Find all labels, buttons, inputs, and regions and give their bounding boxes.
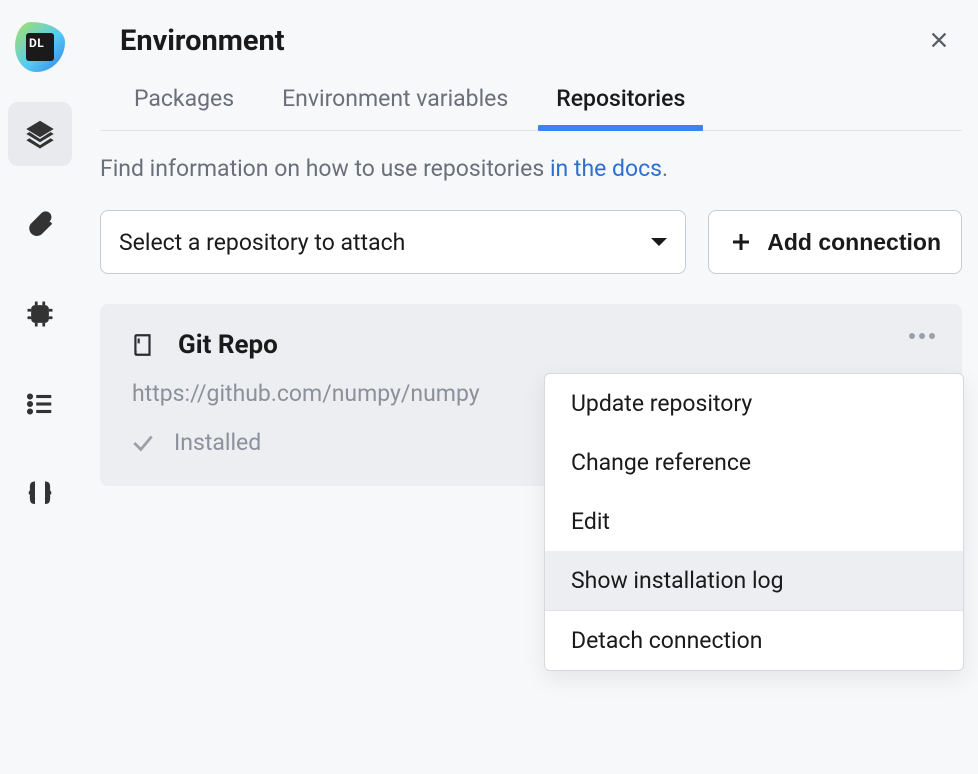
select-repository-label: Select a repository to attach bbox=[119, 229, 405, 256]
content: Find information on how to use repositor… bbox=[100, 131, 962, 486]
page-title: Environment bbox=[120, 24, 285, 58]
repository-card: Git Repo https://github.com/numpy/numpy … bbox=[100, 304, 962, 486]
list-icon bbox=[25, 389, 55, 419]
sidebar-item-list[interactable] bbox=[8, 372, 72, 436]
sidebar: DL bbox=[0, 0, 80, 774]
layers-icon bbox=[25, 119, 55, 149]
repo-book-icon bbox=[130, 332, 156, 358]
close-button[interactable] bbox=[924, 25, 954, 58]
select-repository-dropdown[interactable]: Select a repository to attach bbox=[100, 210, 686, 274]
help-text: Find information on how to use repositor… bbox=[100, 155, 962, 182]
repo-name: Git Repo bbox=[178, 330, 278, 360]
tabs: Packages Environment variables Repositor… bbox=[100, 78, 962, 131]
repo-header: Git Repo bbox=[130, 330, 934, 360]
chip-icon bbox=[25, 299, 55, 329]
sidebar-item-attachments[interactable] bbox=[8, 192, 72, 256]
tab-packages[interactable]: Packages bbox=[134, 78, 234, 130]
tab-repositories[interactable]: Repositories bbox=[556, 78, 685, 130]
menu-change-reference[interactable]: Change reference bbox=[545, 433, 963, 492]
more-horizontal-icon bbox=[908, 332, 936, 340]
menu-show-installation-log[interactable]: Show installation log bbox=[545, 551, 963, 610]
add-connection-button[interactable]: Add connection bbox=[708, 210, 962, 274]
sidebar-item-code[interactable] bbox=[8, 462, 72, 526]
controls-row: Select a repository to attach Add connec… bbox=[100, 210, 962, 274]
plus-icon bbox=[729, 230, 753, 254]
repo-context-menu: Update repository Change reference Edit … bbox=[544, 373, 964, 671]
sidebar-item-compute[interactable] bbox=[8, 282, 72, 346]
sidebar-item-environment[interactable] bbox=[8, 102, 72, 166]
braces-icon bbox=[25, 479, 55, 509]
chevron-down-icon bbox=[651, 238, 667, 246]
check-icon bbox=[130, 430, 156, 456]
docs-link[interactable]: in the docs bbox=[550, 155, 662, 182]
main-panel: Environment Packages Environment variabl… bbox=[80, 0, 978, 774]
repo-more-button[interactable] bbox=[904, 328, 940, 344]
tab-environment-variables[interactable]: Environment variables bbox=[282, 78, 508, 130]
menu-update-repository[interactable]: Update repository bbox=[545, 374, 963, 433]
menu-edit[interactable]: Edit bbox=[545, 492, 963, 551]
menu-detach-connection[interactable]: Detach connection bbox=[545, 611, 963, 670]
header: Environment bbox=[100, 18, 962, 78]
app-logo: DL bbox=[15, 22, 65, 72]
paperclip-icon bbox=[25, 209, 55, 239]
close-icon bbox=[928, 29, 950, 51]
